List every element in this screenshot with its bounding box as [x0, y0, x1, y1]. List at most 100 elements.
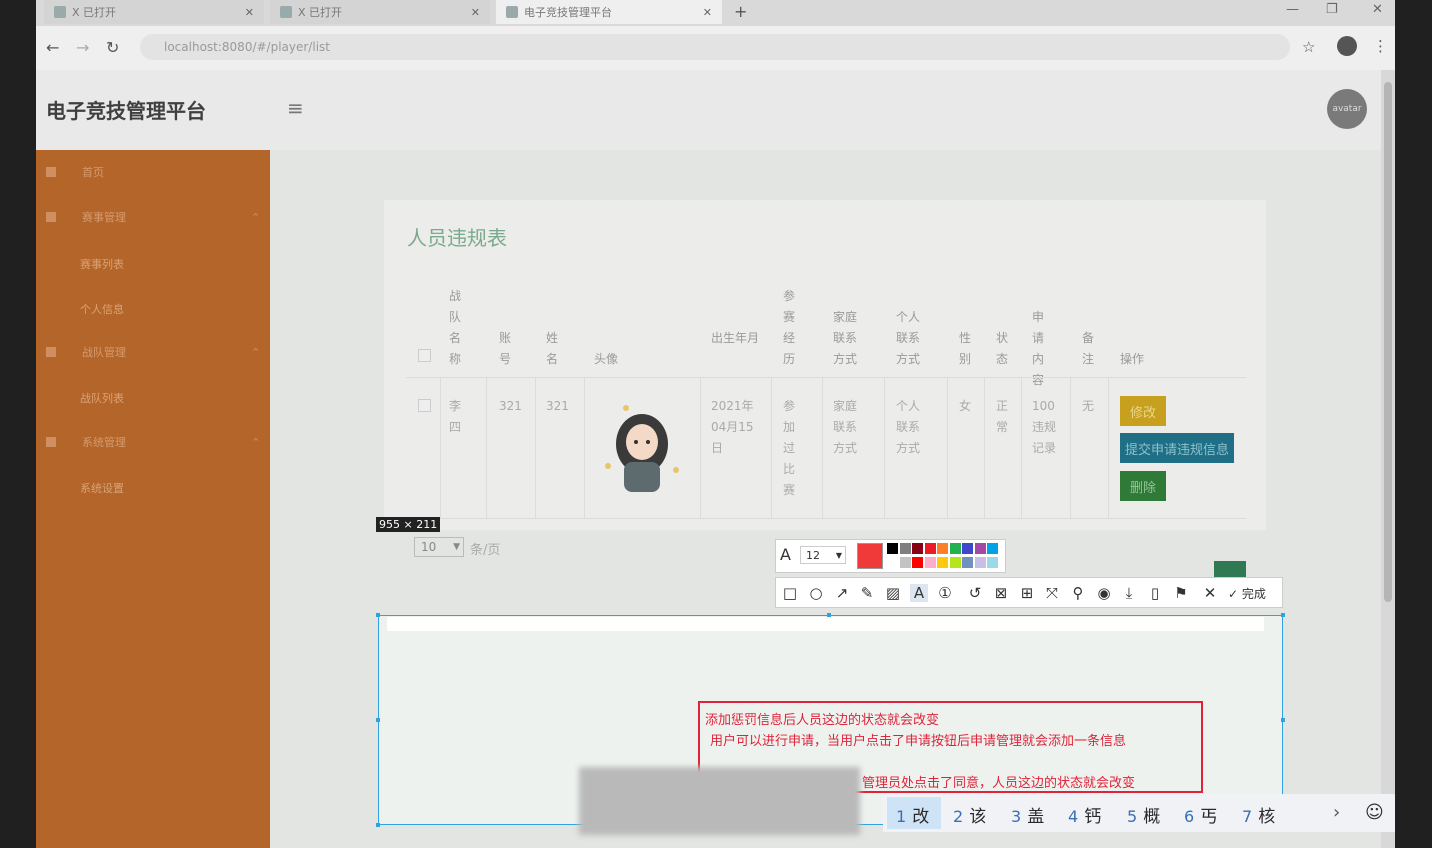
- color-palette[interactable]: [887, 543, 1001, 569]
- chevron-up-icon: ⌃: [251, 435, 261, 449]
- forward-icon[interactable]: →: [76, 38, 89, 57]
- table-cell-border: [535, 378, 536, 518]
- arrow-tool-icon[interactable]: ↗: [833, 584, 851, 602]
- ellipse-tool-icon[interactable]: ○: [807, 584, 825, 602]
- sidebar-item-events[interactable]: 赛事管理 ⌃: [46, 207, 260, 227]
- ocr-icon[interactable]: ⊠: [992, 584, 1010, 602]
- color-swatch[interactable]: [912, 557, 923, 568]
- color-swatch[interactable]: [949, 543, 961, 554]
- color-swatch[interactable]: [987, 557, 998, 568]
- resize-handle[interactable]: [827, 613, 831, 617]
- profile-icon[interactable]: [1337, 36, 1357, 56]
- undo-icon[interactable]: ↺: [966, 584, 984, 602]
- emoji-icon[interactable]: ☺: [1365, 802, 1384, 823]
- sidebar-subitem[interactable]: 个人信息: [80, 301, 124, 317]
- ime-candidate-3[interactable]: 3盖: [1011, 802, 1044, 827]
- color-swatch[interactable]: [887, 543, 898, 554]
- close-tab-icon[interactable]: ✕: [471, 6, 480, 19]
- font-icon: A: [780, 545, 791, 564]
- back-icon[interactable]: ←: [46, 38, 59, 57]
- resize-handle[interactable]: [376, 823, 380, 827]
- rectangle-tool-icon[interactable]: □: [781, 584, 799, 602]
- browser-tab-2[interactable]: X 已打开 ✕: [270, 0, 490, 24]
- close-tab-icon[interactable]: ✕: [703, 6, 712, 19]
- sidebar-subitem[interactable]: 系统设置: [80, 480, 124, 496]
- browser-tab-1[interactable]: X 已打开 ✕: [44, 0, 264, 24]
- sidebar-item-system[interactable]: 系统管理 ⌃: [46, 432, 260, 452]
- resize-handle[interactable]: [376, 718, 380, 722]
- maximize-button[interactable]: ❐: [1326, 2, 1338, 17]
- color-swatch[interactable]: [887, 557, 898, 568]
- color-swatch[interactable]: [974, 543, 986, 554]
- menu-toggle-icon[interactable]: ≡: [287, 96, 304, 120]
- font-size-select[interactable]: 12 ▼: [800, 546, 846, 564]
- ime-candidate-6[interactable]: 6丐: [1184, 802, 1217, 827]
- resize-handle[interactable]: [1281, 718, 1285, 722]
- scrollbar-thumb[interactable]: [1384, 82, 1392, 602]
- table-header: 操作: [1120, 352, 1145, 366]
- pen-tool-icon[interactable]: ✎: [858, 584, 876, 602]
- translate-icon[interactable]: ⊞: [1018, 584, 1036, 602]
- mosaic-tool-icon[interactable]: ▨: [884, 584, 902, 602]
- edit-button[interactable]: 修改: [1120, 396, 1166, 426]
- number-tool-icon[interactable]: ①: [936, 584, 954, 602]
- color-swatch[interactable]: [924, 557, 936, 568]
- color-swatch[interactable]: [912, 543, 923, 554]
- new-tab-button[interactable]: +: [734, 2, 747, 21]
- ime-candidate-1[interactable]: 1改: [896, 802, 929, 827]
- color-swatch[interactable]: [924, 543, 936, 554]
- text-tool-icon[interactable]: A: [910, 584, 928, 602]
- long-screenshot-icon[interactable]: ⤧: [1043, 584, 1061, 602]
- current-color-swatch[interactable]: [857, 543, 883, 569]
- url-bar[interactable]: localhost:8080/#/player/list: [140, 34, 1290, 60]
- color-swatch[interactable]: [974, 557, 986, 568]
- color-swatch[interactable]: [937, 543, 948, 554]
- color-swatch[interactable]: [899, 557, 911, 568]
- sidebar-item-teams[interactable]: 战队管理 ⌃: [46, 342, 260, 362]
- row-checkbox[interactable]: [418, 399, 431, 412]
- color-swatch[interactable]: [962, 557, 973, 568]
- page-size-select[interactable]: 10 ▼: [414, 537, 464, 557]
- avatar[interactable]: avatar: [1327, 89, 1367, 129]
- font-size-value: 12: [806, 548, 820, 562]
- color-swatch[interactable]: [987, 543, 998, 554]
- download-icon[interactable]: ⤓: [1120, 584, 1138, 602]
- phone-icon[interactable]: ▯: [1146, 584, 1164, 602]
- resize-handle[interactable]: [376, 613, 380, 617]
- page-size-label: 条/页: [470, 543, 501, 558]
- color-swatch[interactable]: [899, 543, 911, 554]
- ime-next-page-icon[interactable]: ›: [1333, 802, 1340, 823]
- sidebar-subitem[interactable]: 赛事列表: [80, 256, 124, 272]
- browser-menu-icon[interactable]: ⋮: [1373, 37, 1388, 55]
- color-swatch[interactable]: [962, 543, 973, 554]
- apply-violation-button[interactable]: 提交申请违规信息: [1120, 433, 1234, 463]
- tab-favicon-icon: [506, 6, 518, 18]
- app-brand: 电子竞技管理平台: [46, 99, 206, 123]
- minimize-button[interactable]: —: [1286, 2, 1299, 17]
- bookmark-icon[interactable]: ⚑: [1172, 584, 1190, 602]
- sidebar-subitem[interactable]: 战队列表: [80, 390, 124, 406]
- annotation-text-editing[interactable]: 管理员处点击了同意，人员这边的状态就会改变: [862, 772, 1135, 791]
- avatar-image: [596, 400, 684, 496]
- select-all-checkbox[interactable]: [418, 349, 431, 362]
- color-swatch[interactable]: [949, 557, 961, 568]
- done-button[interactable]: ✓ 完成: [1228, 585, 1266, 602]
- pin-icon[interactable]: ⚲: [1069, 584, 1087, 602]
- cancel-icon[interactable]: ✕: [1201, 584, 1219, 602]
- delete-button[interactable]: 删除: [1120, 471, 1166, 501]
- ime-candidate-2[interactable]: 2该: [953, 802, 986, 827]
- table-header: 状态: [996, 331, 1009, 366]
- ime-candidate-4[interactable]: 4钙: [1068, 802, 1101, 827]
- ime-candidate-7[interactable]: 7核: [1242, 802, 1275, 827]
- table-cell-border: [1070, 378, 1071, 518]
- reload-icon[interactable]: ↻: [106, 38, 119, 57]
- color-swatch[interactable]: [937, 557, 948, 568]
- record-icon[interactable]: ◉: [1095, 584, 1113, 602]
- bookmark-star-icon[interactable]: ☆: [1302, 38, 1315, 56]
- browser-tab-3[interactable]: 电子竞技管理平台 ✕: [496, 0, 722, 24]
- sidebar-item-home[interactable]: 首页: [46, 162, 104, 182]
- ime-candidate-5[interactable]: 5概: [1127, 802, 1160, 827]
- close-window-button[interactable]: ✕: [1372, 2, 1383, 17]
- resize-handle[interactable]: [1281, 613, 1285, 617]
- close-tab-icon[interactable]: ✕: [245, 6, 254, 19]
